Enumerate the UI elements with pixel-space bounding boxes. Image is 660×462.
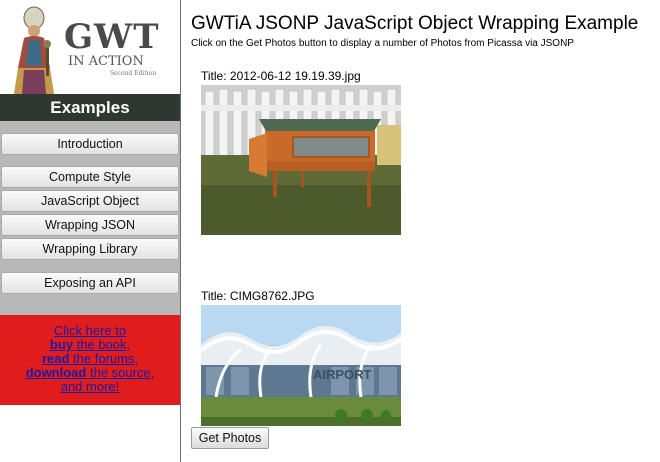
svg-text:AIRPORT: AIRPORT [313,367,372,382]
sidebar: GWT IN ACTION Second Edition Examples In… [0,0,181,462]
photo-rabbit-hutch [201,85,401,235]
nav-wrapping-json-button[interactable]: Wrapping JSON [1,214,179,236]
logo-title: GWT [64,17,160,57]
promo-download: download [25,365,87,380]
examples-nav: Introduction Compute Style JavaScript Ob… [0,121,180,315]
promo-line3: the forums, [69,351,139,366]
photo-title: Title: 2012-06-12 19.19.39.jpg [201,69,361,83]
page-subtitle: Click on the Get Photos button to displa… [191,38,574,49]
get-photos-button[interactable]: Get Photos [191,427,269,449]
gwt-in-action-logo[interactable]: GWT IN ACTION Second Edition [0,0,180,94]
logo-edition: Second Edition [110,70,157,77]
nav-wrapping-library-button[interactable]: Wrapping Library [1,238,179,260]
promo-link[interactable]: Click here to buy the book, read the for… [26,323,155,394]
nav-javascript-object-button[interactable]: JavaScript Object [1,190,179,212]
main-content: GWTiA JSONP JavaScript Object Wrapping E… [191,0,660,462]
photo-title: Title: CIMG8762.JPG [201,289,315,303]
logo-subtitle: IN ACTION [68,54,144,69]
promo-line2: the book, [73,337,131,352]
photo-airport: AIRPORT [201,305,401,426]
book-cover-figure-icon [10,6,62,94]
nav-compute-style-button[interactable]: Compute Style [1,166,179,188]
promo-buy: buy [49,337,73,352]
promo-line4: the source, [86,365,155,380]
nav-exposing-api-button[interactable]: Exposing an API [1,272,179,294]
promo-line5: and more! [60,379,120,394]
page-title: GWTiA JSONP JavaScript Object Wrapping E… [191,13,639,34]
nav-introduction-button[interactable]: Introduction [1,133,179,155]
promo-line1: Click here to [53,323,127,338]
promo-box: Click here to buy the book, read the for… [0,315,180,405]
promo-read: read [41,351,70,366]
examples-heading: Examples [0,94,180,121]
